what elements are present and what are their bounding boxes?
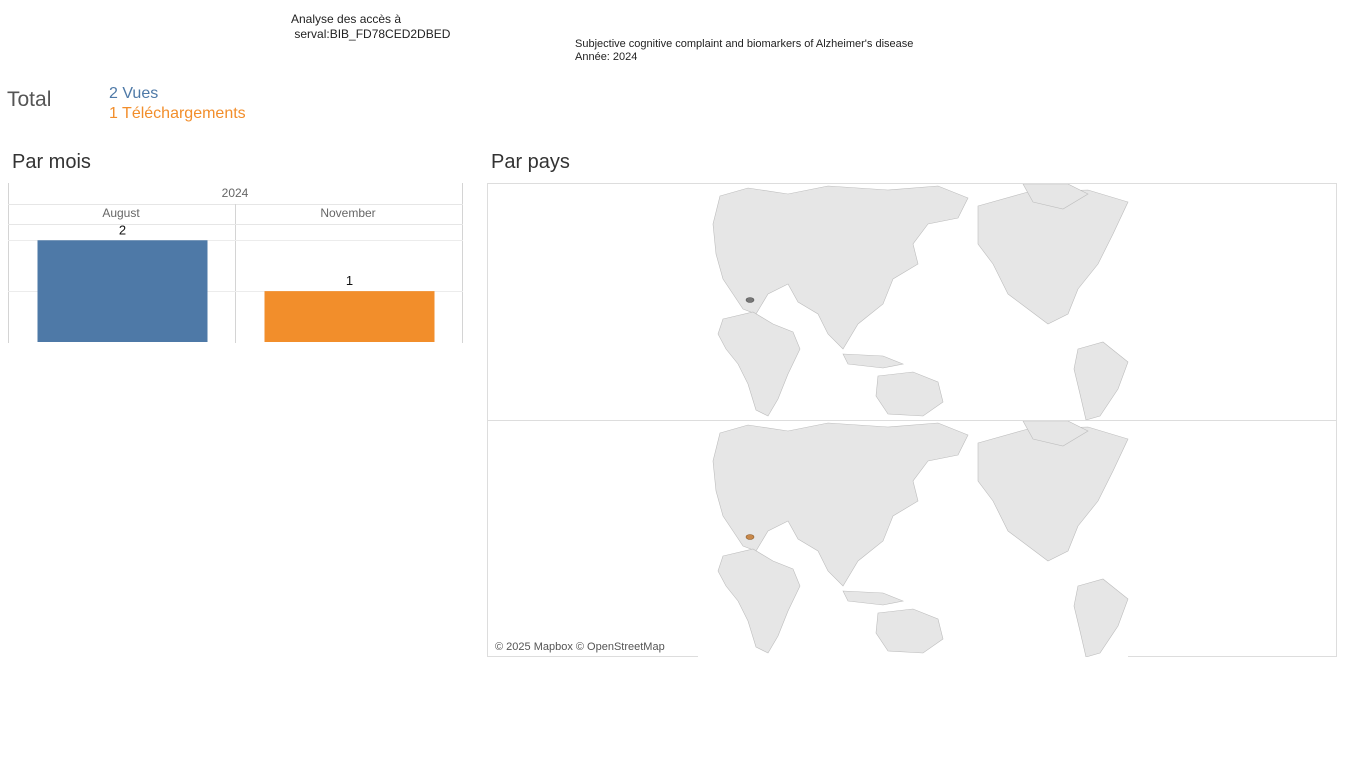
year-line: Année: 2024	[575, 51, 638, 63]
downloads-total: 1 Téléchargements	[109, 105, 246, 122]
document-info: Subjective cognitive complaint and bioma…	[575, 38, 913, 64]
by-country-title: Par pays	[491, 151, 570, 173]
bar-data-label-november: 1	[346, 273, 353, 288]
map-panel-views[interactable]	[488, 184, 1336, 421]
views-total: 2 Vues	[109, 85, 159, 102]
bar-data-label-august: 2	[119, 222, 126, 237]
analysis-title: Analyse des accès à serval:BIB_FD78CED2D…	[291, 12, 450, 42]
category-label-november: November	[320, 206, 375, 220]
total-label: Total	[7, 88, 52, 111]
country-highlight-views[interactable]	[745, 297, 755, 303]
bar-august[interactable]	[37, 240, 208, 342]
world-landmass	[698, 184, 1129, 420]
map-attribution: © 2025 Mapbox © OpenStreetMap	[495, 641, 665, 653]
category-label-august: August	[102, 206, 140, 220]
document-title: Subjective cognitive complaint and bioma…	[575, 38, 914, 50]
bar-november[interactable]	[264, 291, 435, 342]
analysis-title-line2: serval:BIB_FD78CED2DBED	[294, 27, 451, 41]
year-header: 2024	[222, 186, 249, 200]
by-month-title: Par mois	[12, 151, 91, 173]
monthly-bar-chart: 2024 August November 2 1	[8, 183, 463, 343]
world-landmass	[698, 421, 1129, 657]
country-highlight-downloads[interactable]	[745, 534, 755, 540]
country-map[interactable]	[487, 183, 1337, 657]
map-panel-downloads[interactable]	[488, 421, 1336, 657]
world-map-views	[698, 184, 1129, 420]
analysis-title-line1: Analyse des accès à	[291, 12, 402, 26]
world-map-downloads	[698, 421, 1129, 657]
